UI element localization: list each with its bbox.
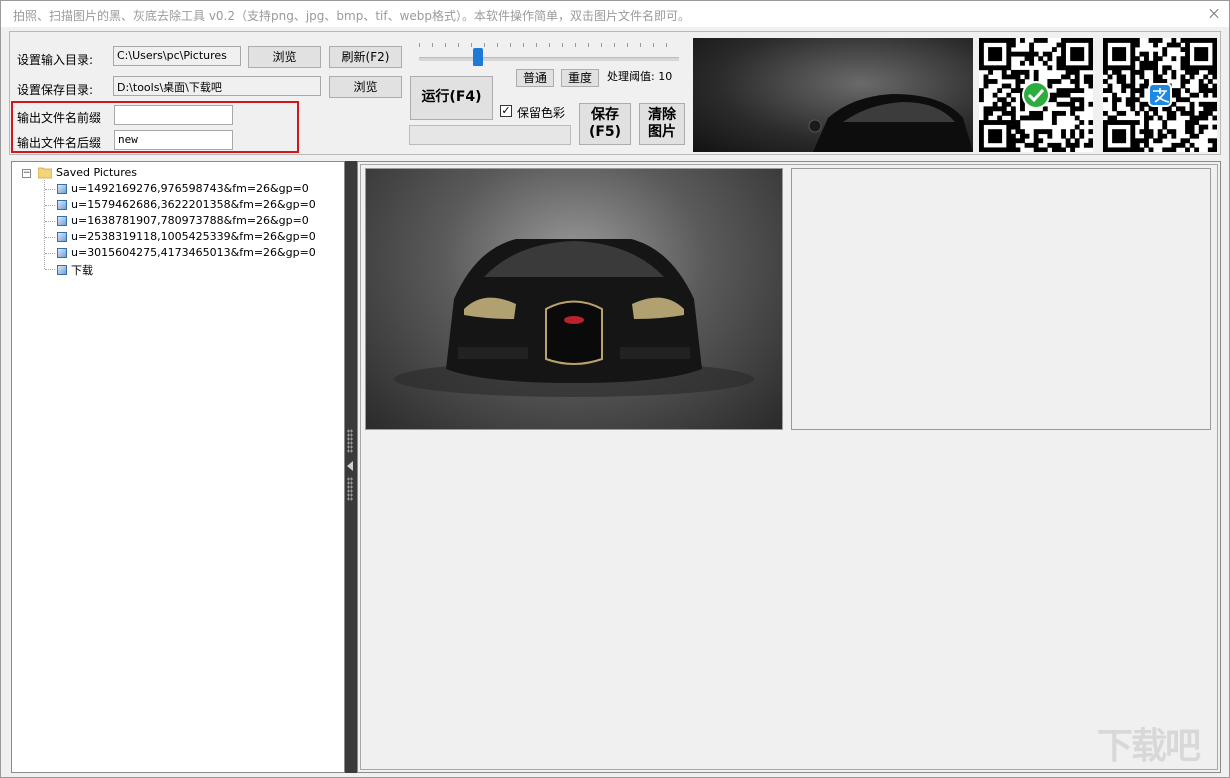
image-file-icon xyxy=(57,183,67,194)
watermark-logo: 下载吧 xyxy=(1097,726,1201,767)
preview-thumbnail-image xyxy=(693,38,973,152)
alipay-qr-graphic xyxy=(1103,38,1218,153)
car-image-graphic xyxy=(394,239,754,397)
tree-item[interactable]: u=1579462686,3622201358&fm=26&gp=0 xyxy=(57,198,316,211)
run-button[interactable]: 运行(F4) xyxy=(410,76,493,120)
tree-root-label: Saved Pictures xyxy=(56,166,138,179)
tree-line xyxy=(45,189,55,190)
keep-color-label: 保留色彩 xyxy=(517,106,566,120)
window-title: 拍照、扫描图片的黑、灰底去除工具 v0.2（支持png、jpg、bmp、tif、… xyxy=(13,9,691,23)
alipay-qr-code xyxy=(1103,38,1218,153)
tree-item[interactable]: u=3015604275,4173465013&fm=26&gp=0 xyxy=(57,246,316,259)
threshold-label: 处理阈值: 10 xyxy=(607,68,672,84)
image-file-icon xyxy=(57,199,67,210)
tree-line xyxy=(45,269,55,270)
save-button[interactable]: 保存 (F5) xyxy=(579,103,631,145)
threshold-value: 10 xyxy=(658,70,673,83)
threshold-label-text: 处理阈值: xyxy=(607,70,655,83)
suffix-input[interactable]: new xyxy=(114,130,233,150)
wechat-qr-graphic xyxy=(979,38,1094,153)
car-thumbnail-graphic xyxy=(808,94,973,152)
save-dir-field[interactable]: D:\tools\桌面\下载吧 xyxy=(113,76,321,96)
tree-line xyxy=(45,221,55,222)
image-file-icon xyxy=(57,247,67,258)
splitter-grip-bottom xyxy=(347,477,353,501)
threshold-slider[interactable] xyxy=(419,57,679,61)
tree-line xyxy=(45,253,55,254)
progress-bar xyxy=(409,125,571,145)
refresh-button[interactable]: 刷新(F2) xyxy=(329,46,402,68)
save-dir-label: 设置保存目录: xyxy=(17,83,94,97)
keep-color-checkbox[interactable]: ✓ xyxy=(500,105,512,117)
slider-ticks xyxy=(419,43,679,47)
tree-item-label: 下载 xyxy=(71,264,93,277)
input-dir-label: 设置输入目录: xyxy=(17,53,94,67)
tree-item[interactable]: u=1492169276,976598743&fm=26&gp=0 xyxy=(57,182,309,195)
tree-item[interactable]: u=1638781907,780973788&fm=26&gp=0 xyxy=(57,214,309,227)
tree-line xyxy=(45,237,55,238)
tree-line xyxy=(44,180,45,269)
splitter-grip-top xyxy=(347,429,353,453)
image-file-icon xyxy=(57,215,67,226)
tree-item-label: u=1579462686,3622201358&fm=26&gp=0 xyxy=(71,198,316,211)
tree-line xyxy=(45,205,55,206)
threshold-slider-thumb[interactable] xyxy=(473,48,483,66)
heavy-mode-button[interactable]: 重度 xyxy=(561,69,599,87)
normal-mode-button[interactable]: 普通 xyxy=(516,69,554,87)
image-file-icon xyxy=(57,265,67,275)
close-icon[interactable] xyxy=(1199,1,1229,27)
suffix-label: 输出文件名后缀 xyxy=(17,136,102,150)
prefix-input[interactable] xyxy=(114,105,233,125)
image-file-icon xyxy=(57,231,67,242)
tree-root[interactable]: Saved Pictures xyxy=(56,166,137,179)
tree-item-label: u=1492169276,976598743&fm=26&gp=0 xyxy=(71,182,309,195)
tree-item[interactable]: u=2538319118,1005425339&fm=26&gp=0 xyxy=(57,230,316,243)
original-image[interactable] xyxy=(365,168,783,430)
tree-item[interactable]: 下载 xyxy=(57,262,93,278)
collapse-arrow-icon[interactable] xyxy=(347,461,353,471)
wechat-qr-code xyxy=(979,38,1094,153)
tree-item-label: u=1638781907,780973788&fm=26&gp=0 xyxy=(71,214,309,227)
panel-splitter[interactable] xyxy=(345,161,357,773)
collapse-icon[interactable]: − xyxy=(22,169,31,178)
app-window: 拍照、扫描图片的黑、灰底去除工具 v0.2（支持png、jpg、bmp、tif、… xyxy=(0,0,1230,778)
tree-item-label: u=2538319118,1005425339&fm=26&gp=0 xyxy=(71,230,316,243)
browse-input-button[interactable]: 浏览 xyxy=(248,46,321,68)
tree-item-label: u=3015604275,4173465013&fm=26&gp=0 xyxy=(71,246,316,259)
prefix-label: 输出文件名前缀 xyxy=(17,111,102,125)
file-tree[interactable]: − Saved Pictures u=1492169276,976598743&… xyxy=(11,161,345,773)
processed-image[interactable] xyxy=(791,168,1211,430)
folder-icon xyxy=(38,167,52,179)
browse-save-button[interactable]: 浏览 xyxy=(329,76,402,98)
clear-images-button[interactable]: 清除 图片 xyxy=(639,103,685,145)
input-dir-field[interactable]: C:\Users\pc\Pictures xyxy=(113,46,241,66)
title-bar: 拍照、扫描图片的黑、灰底去除工具 v0.2（支持png、jpg、bmp、tif、… xyxy=(1,1,1229,27)
